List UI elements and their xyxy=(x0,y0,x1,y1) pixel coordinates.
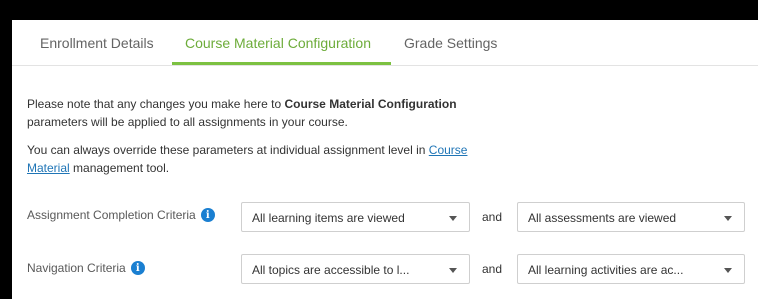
notice-paragraph-2: You can always override these parameters… xyxy=(27,141,487,177)
select-value: All topics are accessible to l... xyxy=(252,263,410,277)
tab-enrollment-details[interactable]: Enrollment Details xyxy=(40,35,154,51)
row-label-text: Navigation Criteria xyxy=(27,261,126,275)
and-label: and xyxy=(482,210,503,224)
completion-criteria-select-2[interactable]: All assessments are viewed xyxy=(517,202,745,232)
navigation-criteria-select-1[interactable]: All topics are accessible to l... xyxy=(241,254,470,284)
notice-text: You can always override these parameters… xyxy=(27,143,429,157)
chevron-down-icon xyxy=(449,216,457,221)
navigation-criteria-label: Navigation Criteria i xyxy=(27,261,145,275)
navigation-criteria-select-2[interactable]: All learning activities are ac... xyxy=(517,254,745,284)
tab-course-material-configuration[interactable]: Course Material Configuration xyxy=(185,35,371,51)
settings-panel: Enrollment Details Course Material Confi… xyxy=(12,20,758,299)
notice-paragraph-1: Please note that any changes you make he… xyxy=(27,95,487,131)
configuration-notice: Please note that any changes you make he… xyxy=(27,95,487,177)
chevron-down-icon xyxy=(724,216,732,221)
info-icon[interactable]: i xyxy=(200,208,215,222)
notice-bold-text: Course Material Configuration xyxy=(284,97,457,111)
tab-bar: Enrollment Details Course Material Confi… xyxy=(12,20,758,66)
notice-text: parameters will be applied to all assign… xyxy=(27,115,348,129)
select-value: All learning items are viewed xyxy=(252,211,405,225)
select-value: All assessments are viewed xyxy=(528,211,677,225)
chevron-down-icon xyxy=(724,268,732,273)
notice-text: Please note that any changes you make he… xyxy=(27,97,285,111)
notice-text: management tool. xyxy=(69,161,170,175)
info-icon[interactable]: i xyxy=(130,261,145,275)
active-tab-indicator xyxy=(172,62,391,65)
completion-criteria-select-1[interactable]: All learning items are viewed xyxy=(241,202,470,232)
row-label-text: Assignment Completion Criteria xyxy=(27,208,196,222)
chevron-down-icon xyxy=(449,268,457,273)
assignment-completion-criteria-label: Assignment Completion Criteria i xyxy=(27,208,215,222)
tab-grade-settings[interactable]: Grade Settings xyxy=(404,35,497,51)
select-value: All learning activities are ac... xyxy=(528,263,684,277)
and-label: and xyxy=(482,262,503,276)
